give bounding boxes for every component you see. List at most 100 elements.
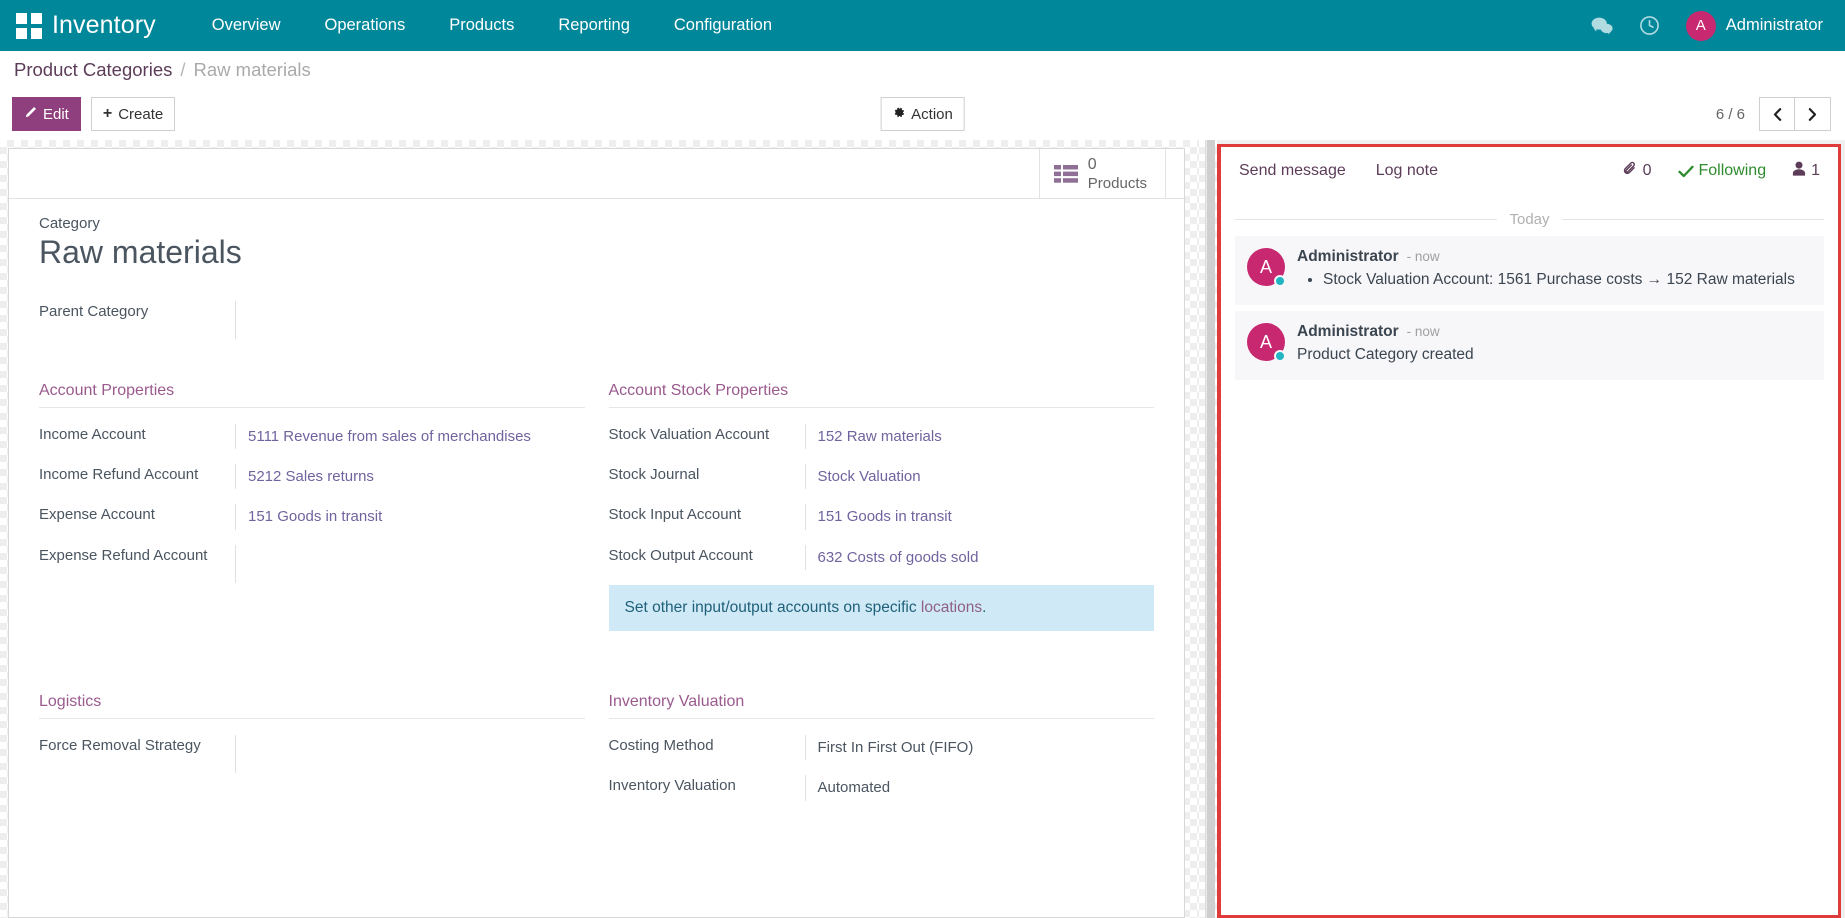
chat-bubbles-icon[interactable] (1591, 16, 1613, 36)
products-stat-value: 0 (1088, 156, 1147, 174)
income-refund-account-value[interactable]: 5212 Sales returns (235, 464, 585, 489)
avatar: A (1247, 248, 1285, 286)
menu-item-configuration[interactable]: Configuration (652, 0, 794, 51)
day-separator-label: Today (1509, 211, 1549, 228)
send-message-button[interactable]: Send message (1239, 162, 1346, 180)
plus-icon: + (103, 106, 112, 122)
followers-button[interactable]: 1 (1792, 161, 1820, 181)
message-body: Stock Valuation Account: 1561 Purchase c… (1297, 269, 1812, 291)
create-button-label: Create (118, 106, 163, 123)
stock-input-account-label: Stock Input Account (609, 504, 805, 523)
online-status-indicator (1274, 275, 1286, 287)
edit-button-label: Edit (43, 106, 69, 123)
breadcrumb-root-link[interactable]: Product Categories (14, 59, 172, 81)
page-title: Raw materials (39, 234, 1154, 271)
stock-valuation-account-value[interactable]: 152 Raw materials (805, 424, 1155, 449)
groups-row-1: Account Properties Income Account 5111 R… (39, 382, 1154, 661)
create-button[interactable]: + Create (91, 97, 175, 131)
expense-account-value[interactable]: 151 Goods in transit (235, 504, 585, 529)
list-view-icon (1054, 164, 1078, 184)
menu-item-operations[interactable]: Operations (303, 0, 428, 51)
inventory-valuation-value[interactable]: Automated (805, 775, 1155, 800)
message-item: A Administrator - now Product Category c… (1235, 311, 1824, 380)
field-stock-journal: Stock Journal Stock Valuation (609, 464, 1155, 489)
user-menu[interactable]: A Administrator (1686, 11, 1823, 41)
followers-count: 1 (1811, 162, 1820, 180)
action-button[interactable]: Action (880, 97, 965, 131)
group-logistics: Logistics Force Removal Strategy (39, 693, 585, 816)
income-account-value[interactable]: 5111 Revenue from sales of merchandises (235, 424, 585, 449)
breadcrumb-current: Raw materials (194, 59, 311, 81)
field-stock-input-account: Stock Input Account 151 Goods in transit (609, 504, 1155, 529)
menu-item-products[interactable]: Products (427, 0, 536, 51)
group-title-logistics: Logistics (39, 693, 585, 719)
following-label: Following (1699, 162, 1767, 180)
chatter-toolbar: Send message Log note 0 (1221, 147, 1838, 193)
breadcrumb-separator: / (180, 59, 185, 81)
message-body: Product Category created (1297, 344, 1812, 366)
clock-icon[interactable] (1639, 15, 1660, 36)
menu-item-reporting[interactable]: Reporting (536, 0, 652, 51)
message-item: A Administrator - now Stock Valuation Ac… (1235, 236, 1824, 305)
attachment-count: 0 (1643, 162, 1652, 180)
locations-link[interactable]: locations (921, 599, 982, 616)
pager: 6 / 6 (1716, 97, 1831, 131)
day-separator: Today (1235, 211, 1824, 228)
edit-button[interactable]: Edit (12, 97, 81, 131)
online-status-indicator (1274, 350, 1286, 362)
income-account-label: Income Account (39, 424, 235, 443)
expense-refund-account-value[interactable] (235, 545, 585, 583)
locations-alert-suffix: . (982, 599, 986, 616)
pane-gutter (1199, 140, 1217, 918)
pager-count: 6 / 6 (1716, 106, 1745, 123)
products-stat-button[interactable]: 0 Products (1039, 149, 1166, 199)
groups-row-2: Logistics Force Removal Strategy Invento… (39, 693, 1154, 846)
following-toggle[interactable]: Following (1678, 162, 1767, 180)
form-pane: 0 Products Category Raw materials Parent… (0, 140, 1199, 918)
chatter-panel: Send message Log note 0 (1217, 144, 1841, 918)
pager-next-button[interactable] (1795, 97, 1831, 131)
pager-previous-button[interactable] (1759, 97, 1795, 131)
message-author[interactable]: Administrator (1297, 323, 1399, 341)
avatar: A (1686, 11, 1716, 41)
field-inventory-valuation: Inventory Valuation Automated (609, 775, 1155, 800)
workspace: 0 Products Category Raw materials Parent… (0, 140, 1845, 918)
check-icon (1678, 165, 1694, 178)
group-title-inventory-valuation: Inventory Valuation (609, 693, 1155, 719)
message-author[interactable]: Administrator (1297, 248, 1399, 266)
breadcrumb: Product Categories / Raw materials (0, 51, 1845, 88)
force-removal-strategy-value[interactable] (235, 735, 585, 773)
field-parent-category: Parent Category (39, 301, 799, 339)
stock-output-account-value[interactable]: 632 Costs of goods sold (805, 545, 1155, 570)
vertical-scrollbar[interactable] (1205, 140, 1215, 918)
menu-item-overview[interactable]: Overview (190, 0, 303, 51)
field-expense-account: Expense Account 151 Goods in transit (39, 504, 585, 529)
expense-account-label: Expense Account (39, 504, 235, 523)
locations-info-alert: Set other input/output accounts on speci… (609, 585, 1155, 631)
field-income-refund-account: Income Refund Account 5212 Sales returns (39, 464, 585, 489)
stat-button-box: 0 Products (9, 149, 1184, 199)
gear-icon (892, 106, 905, 123)
attachments-button[interactable]: 0 (1623, 161, 1652, 181)
scrollbar-thumb[interactable] (1207, 140, 1215, 918)
stock-input-account-value[interactable]: 151 Goods in transit (805, 504, 1155, 529)
parent-category-value[interactable] (235, 301, 799, 339)
group-account-stock-properties: Account Stock Properties Stock Valuation… (609, 382, 1155, 631)
user-icon (1792, 161, 1806, 181)
message-timestamp: - now (1407, 324, 1440, 339)
parent-category-label: Parent Category (39, 301, 235, 320)
avatar: A (1247, 323, 1285, 361)
message-thread: Today A Administrator - now Stock Valuat… (1221, 211, 1838, 380)
message-tracking-value: Stock Valuation Account: 1561 Purchase c… (1323, 269, 1812, 291)
stock-journal-value[interactable]: Stock Valuation (805, 464, 1155, 489)
costing-method-value[interactable]: First In First Out (FIFO) (805, 735, 1155, 760)
navbar-right-tools: A Administrator (1591, 11, 1829, 41)
app-brand-inventory[interactable]: Inventory (52, 11, 156, 40)
apps-grid-icon[interactable] (16, 13, 42, 39)
user-name-label: Administrator (1726, 16, 1823, 35)
field-income-account: Income Account 5111 Revenue from sales o… (39, 424, 585, 449)
message-timestamp: - now (1407, 249, 1440, 264)
field-costing-method: Costing Method First In First Out (FIFO) (609, 735, 1155, 760)
record-title-block: Category Raw materials (39, 215, 1154, 271)
log-note-button[interactable]: Log note (1376, 162, 1438, 180)
